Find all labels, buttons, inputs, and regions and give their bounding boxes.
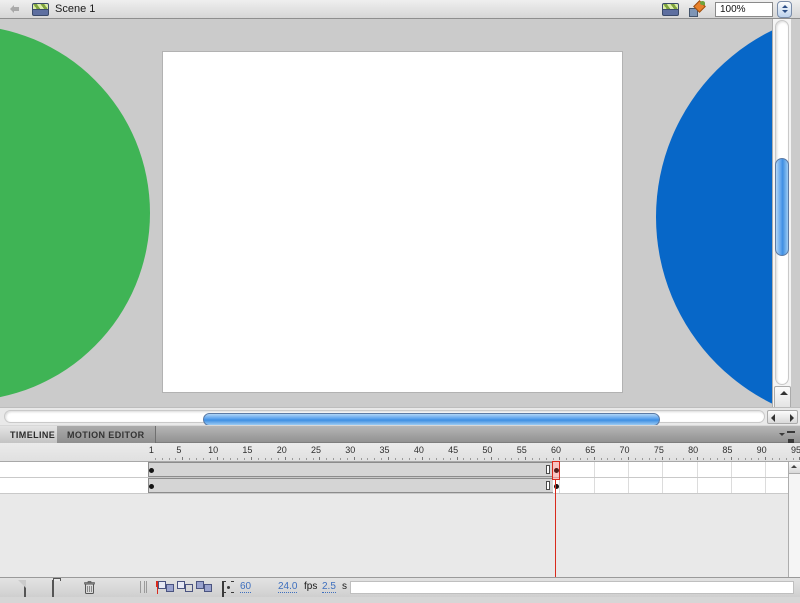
- modify-markers-button[interactable]: [222, 581, 224, 598]
- green-circle-shape[interactable]: [0, 25, 150, 401]
- trash-icon: [84, 581, 95, 594]
- ruler-label-70: 70: [620, 445, 630, 455]
- horizontal-scrollbar-arrows[interactable]: [767, 410, 798, 424]
- scroll-right-icon: [790, 414, 794, 422]
- frame-span[interactable]: [148, 478, 553, 493]
- frame-span[interactable]: [148, 462, 553, 477]
- back-icon[interactable]: [6, 4, 20, 14]
- scroll-up-icon: [780, 391, 788, 395]
- frames-vertical-scrollbar[interactable]: [788, 462, 800, 577]
- scene-name-label: Scene 1: [55, 3, 95, 15]
- span-end-marker: [546, 481, 550, 490]
- ruler-label-85: 85: [722, 445, 732, 455]
- frame-ruler[interactable]: 15101520253035404550556065707580859095: [0, 443, 800, 462]
- frames-area: 15101520253035404550556065707580859095: [148, 443, 800, 577]
- frames-scroll-up-icon[interactable]: [789, 462, 800, 474]
- ruler-label-25: 25: [311, 445, 321, 455]
- tab-motion-editor[interactable]: MOTION EDITOR: [57, 426, 156, 444]
- frames-row-left-circle[interactable]: [0, 462, 800, 478]
- ruler-label-55: 55: [517, 445, 527, 455]
- timeline-status-bar: 60 24.0 fps 2.5 s: [0, 577, 800, 597]
- ruler-label-75: 75: [654, 445, 664, 455]
- edit-bar: Scene 1 100%: [0, 0, 800, 19]
- ruler-label-20: 20: [277, 445, 287, 455]
- playhead-line: [555, 480, 556, 577]
- ruler-label-10: 10: [208, 445, 218, 455]
- frames-row-right-circle[interactable]: [0, 478, 800, 494]
- scene-clapperboard-icon: [32, 3, 49, 16]
- edit-scene-icon[interactable]: [662, 3, 679, 16]
- scroll-left-icon: [771, 414, 775, 422]
- horizontal-scrollbar-track[interactable]: [4, 410, 765, 423]
- timeline-tab-bar: TIMELINE MOTION EDITOR: [0, 425, 800, 443]
- ruler-label-90: 90: [757, 445, 767, 455]
- span-end-marker: [546, 465, 550, 474]
- zoom-level-input[interactable]: 100%: [715, 2, 773, 17]
- ruler-label-45: 45: [448, 445, 458, 455]
- ruler-label-5: 5: [176, 445, 181, 455]
- stage-canvas[interactable]: [163, 52, 622, 392]
- ruler-label-1: 1: [149, 445, 154, 455]
- ruler-label-30: 30: [345, 445, 355, 455]
- horizontal-scrollbar[interactable]: [0, 407, 800, 425]
- timeline-panel: TIMELINE MOTION EDITOR left circle✎right…: [0, 425, 800, 603]
- timeline-body: left circle✎right circle 151015202530354…: [0, 443, 800, 577]
- flash-application-window: Scene 1 100% TIMELINE MOTION EDITOR: [0, 0, 800, 603]
- frames-horizontal-scrollbar[interactable]: [350, 581, 794, 594]
- frame-rate-value[interactable]: 24.0: [278, 581, 297, 593]
- panel-resize-grip[interactable]: [140, 581, 147, 593]
- panel-bottom-strip: [0, 597, 800, 603]
- vertical-scrollbar-thumb[interactable]: [775, 158, 789, 256]
- stage-pasteboard[interactable]: [0, 19, 773, 407]
- ruler-label-50: 50: [482, 445, 492, 455]
- elapsed-time-unit: s: [342, 581, 347, 592]
- ruler-label-15: 15: [242, 445, 252, 455]
- current-frame-value[interactable]: 60: [240, 581, 251, 593]
- ruler-label-60: 60: [551, 445, 561, 455]
- playhead-handle[interactable]: [552, 461, 561, 480]
- ruler-label-40: 40: [414, 445, 424, 455]
- vertical-scrollbar[interactable]: [772, 19, 791, 418]
- ruler-label-80: 80: [688, 445, 698, 455]
- elapsed-time-value[interactable]: 2.5: [322, 581, 336, 593]
- ruler-label-35: 35: [380, 445, 390, 455]
- frame-rate-unit: fps: [304, 581, 317, 592]
- panel-menu-icon[interactable]: [779, 430, 795, 440]
- blue-circle-shape[interactable]: [656, 19, 773, 407]
- ruler-label-95: 95: [791, 445, 800, 455]
- ruler-label-65: 65: [585, 445, 595, 455]
- delete-layer-button[interactable]: [84, 581, 95, 594]
- frames-empty-area[interactable]: [0, 494, 800, 577]
- edit-symbols-icon[interactable]: [689, 2, 705, 17]
- zoom-stepper-icon[interactable]: [777, 1, 792, 18]
